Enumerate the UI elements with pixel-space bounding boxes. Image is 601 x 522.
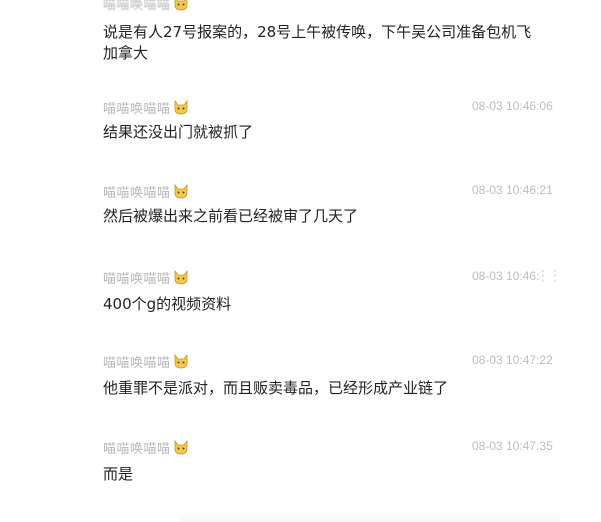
comment-item: 喵喵唤喵喵 08-03 10:47:22 他重罪不是派对，而且贩卖毒品，已经形成…: [0, 352, 601, 402]
timestamp: 08-03 10:46:: [472, 269, 540, 283]
comment-header: 喵喵唤喵喵: [103, 268, 189, 287]
comment-text: 他重罪不是派对，而且贩卖毒品，已经形成产业链了: [103, 378, 448, 399]
comment-text-line: 说是有人27号报案的，28号上午被传唤，下午吴公司准备包机飞: [103, 23, 532, 41]
timestamp: 08-03 10:47:22: [472, 353, 553, 367]
cat-face-icon: [173, 353, 189, 369]
comment-text-line: 加拿大: [103, 44, 149, 62]
cat-face-icon: [173, 269, 189, 285]
comment-item: 喵喵唤喵喵 08-03 10:46:06 结果还没出门就被抓了: [0, 98, 601, 148]
comment-header: 喵喵唤喵喵: [103, 438, 189, 457]
comment-header: 喵喵唤喵喵: [103, 0, 189, 13]
comment-header: 喵喵唤喵喵: [103, 182, 189, 201]
comment-header: 喵喵唤喵喵: [103, 98, 189, 117]
timestamp: 08-03 10:46:06: [472, 99, 553, 113]
comment-text-line: 400个g的视频资料: [103, 295, 232, 313]
timestamp: 08-03 10:47:35: [472, 439, 553, 453]
comment-text: 400个g的视频资料: [103, 294, 231, 315]
comment-text: 结果还没出门就被抓了: [103, 122, 253, 143]
timestamp: 08-03 10:46:21: [472, 183, 553, 197]
cat-face-icon: [173, 99, 189, 115]
cat-face-icon: [173, 183, 189, 199]
username[interactable]: 喵喵唤喵喵: [103, 98, 171, 117]
username[interactable]: 喵喵唤喵喵: [103, 182, 171, 201]
username[interactable]: 喵喵唤喵喵: [103, 0, 171, 13]
comment-text: 然后被爆出来之前看已经被审了几天了: [103, 206, 358, 227]
comment-header: 喵喵唤喵喵: [103, 352, 189, 371]
cut-off-row: [180, 512, 560, 522]
comment-item: 喵喵唤喵喵 08-03 10:46:21 然后被爆出来之前看已经被审了几天了: [0, 182, 601, 232]
comment-text-line: 而是: [103, 465, 134, 483]
username[interactable]: 喵喵唤喵喵: [103, 438, 171, 457]
comment-item: 喵喵唤喵喵 说是有人27号报案的，28号上午被传唤，下午吴公司准备包机飞 加拿大: [0, 0, 601, 64]
comment-item: 喵喵唤喵喵 08-03 10:47:35 而是: [0, 438, 601, 488]
comment-text-line: 然后被爆出来之前看已经被审了几天了: [103, 207, 359, 225]
username[interactable]: 喵喵唤喵喵: [103, 268, 171, 287]
comment-text: 说是有人27号报案的，28号上午被传唤，下午吴公司准备包机飞 加拿大: [103, 22, 531, 64]
more-dots-icon[interactable]: ⋮⋮: [536, 268, 562, 284]
comment-item: 喵喵唤喵喵 08-03 10:46: ⋮⋮ 400个g的视频资料: [0, 268, 601, 318]
comment-text-line: 他重罪不是派对，而且贩卖毒品，已经形成产业链了: [103, 379, 449, 397]
cat-face-icon: [173, 439, 189, 455]
comment-text: 而是: [103, 464, 133, 485]
comment-text-line: 结果还没出门就被抓了: [103, 123, 254, 141]
username[interactable]: 喵喵唤喵喵: [103, 352, 171, 371]
cat-face-icon: [173, 0, 189, 11]
